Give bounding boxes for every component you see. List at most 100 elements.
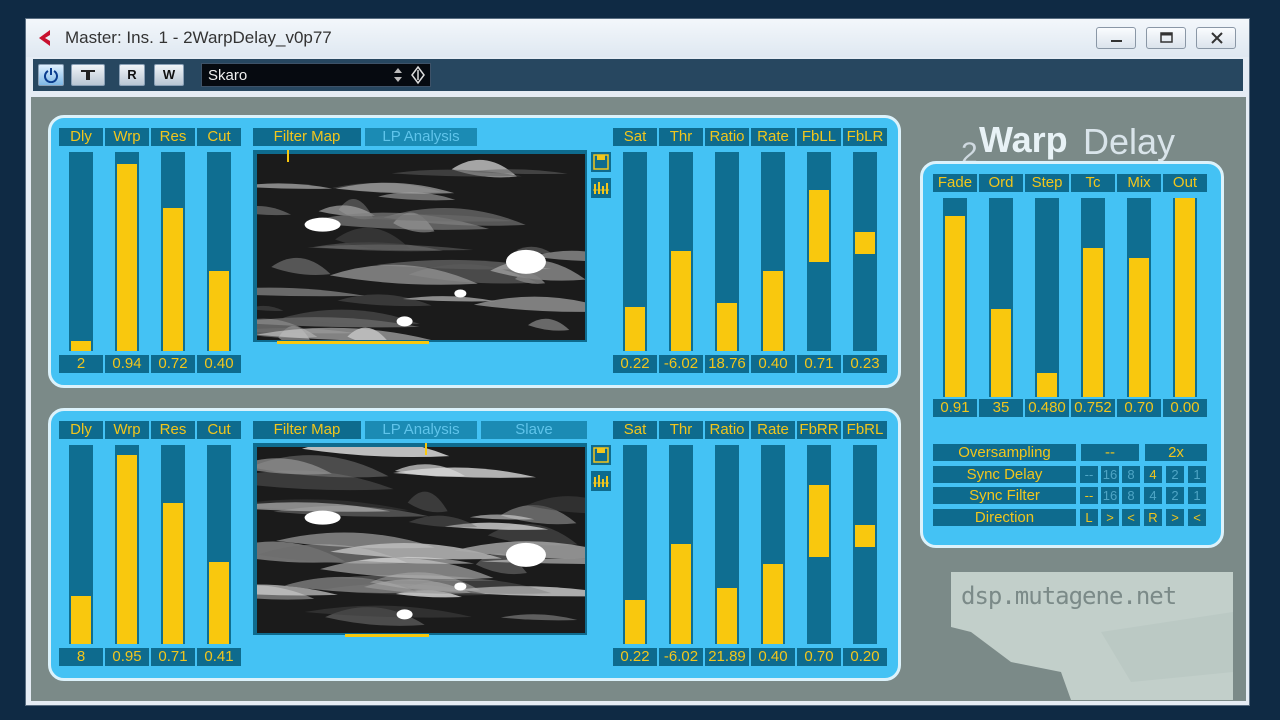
- master-value-ord[interactable]: 35: [979, 399, 1023, 417]
- master-oversampling-off[interactable]: --: [1081, 444, 1139, 461]
- title-bar[interactable]: Master: Ins. 1 - 2WarpDelay_v0p77: [26, 19, 1249, 57]
- lower-dly-slider-track[interactable]: [69, 445, 93, 644]
- master-sync-delay-option[interactable]: --: [1080, 466, 1098, 483]
- upper-fblr-slider-track[interactable]: [853, 152, 877, 351]
- preset-stepper-icon[interactable]: [392, 65, 404, 85]
- upper-value-wrp[interactable]: 0.94: [105, 355, 149, 373]
- close-button[interactable]: [1196, 27, 1236, 49]
- lower-value-thr[interactable]: -6.02: [659, 648, 703, 666]
- lower-map-range[interactable]: [345, 634, 429, 637]
- master-out-slider-track[interactable]: [1173, 198, 1197, 397]
- minimize-button[interactable]: [1096, 27, 1136, 49]
- lower-ratio-slider-track[interactable]: [715, 445, 739, 644]
- lower-value-ratio[interactable]: 21.89: [705, 648, 749, 666]
- upper-cut-slider-track[interactable]: [207, 152, 231, 351]
- lower-sat-slider-track[interactable]: [623, 445, 647, 644]
- upper-thr-slider-track[interactable]: [669, 152, 693, 351]
- master-direction-option[interactable]: <: [1188, 509, 1206, 526]
- lower-tab-slave[interactable]: Slave: [481, 421, 587, 439]
- master-sync-filter-option[interactable]: --: [1080, 487, 1098, 504]
- footer-graphic: dsp.mutagene.net: [951, 572, 1233, 700]
- upper-tab-filter-map[interactable]: Filter Map: [253, 128, 361, 146]
- upper-value-res[interactable]: 0.72: [151, 355, 195, 373]
- master-sync-delay-option[interactable]: 1: [1188, 466, 1206, 483]
- master-direction-option[interactable]: L: [1080, 509, 1098, 526]
- master-sync-filter-option[interactable]: 8: [1122, 487, 1140, 504]
- lower-wrp-slider-track[interactable]: [115, 445, 139, 644]
- lower-value-dly[interactable]: 8: [59, 648, 103, 666]
- upper-tab-lp-analysis[interactable]: LP Analysis: [365, 128, 477, 146]
- lower-tab-filter-map[interactable]: Filter Map: [253, 421, 361, 439]
- lower-eq-button[interactable]: [591, 471, 611, 491]
- master-sync-delay-option[interactable]: 16: [1101, 466, 1119, 483]
- lower-save-button[interactable]: [591, 445, 611, 465]
- upper-res-slider-track[interactable]: [161, 152, 185, 351]
- upper-map-range[interactable]: [277, 341, 429, 344]
- lower-value-wrp[interactable]: 0.95: [105, 648, 149, 666]
- upper-value-rate[interactable]: 0.40: [751, 355, 795, 373]
- master-sync-delay-option[interactable]: 2: [1166, 466, 1184, 483]
- master-value-out[interactable]: 0.00: [1163, 399, 1207, 417]
- lower-value-res[interactable]: 0.71: [151, 648, 195, 666]
- master-tc-slider-track[interactable]: [1081, 198, 1105, 397]
- upper-ratio-slider-track[interactable]: [715, 152, 739, 351]
- upper-value-cut[interactable]: 0.40: [197, 355, 241, 373]
- upper-value-thr[interactable]: -6.02: [659, 355, 703, 373]
- power-button[interactable]: [38, 64, 64, 86]
- lower-value-rate[interactable]: 0.40: [751, 648, 795, 666]
- upper-wrp-slider-track[interactable]: [115, 152, 139, 351]
- upper-fbll-slider-track[interactable]: [807, 152, 831, 351]
- master-sync-filter-label: Sync Filter: [933, 487, 1076, 504]
- master-sync-delay-option[interactable]: 8: [1122, 466, 1140, 483]
- lower-fbrl-slider-track[interactable]: [853, 445, 877, 644]
- master-ord-slider-track[interactable]: [989, 198, 1013, 397]
- lower-thr-slider-track[interactable]: [669, 445, 693, 644]
- master-value-step[interactable]: 0.480: [1025, 399, 1069, 417]
- master-step-slider-track[interactable]: [1035, 198, 1059, 397]
- master-direction-option[interactable]: R: [1144, 509, 1162, 526]
- write-automation-button[interactable]: W: [154, 64, 184, 86]
- master-value-tc[interactable]: 0.752: [1071, 399, 1115, 417]
- master-label-out: Out: [1163, 174, 1207, 192]
- lower-value-fbrl[interactable]: 0.20: [843, 648, 887, 666]
- upper-value-fbll[interactable]: 0.71: [797, 355, 841, 373]
- master-sync-filter-option[interactable]: 1: [1188, 487, 1206, 504]
- preset-menu-icon[interactable]: [410, 65, 426, 85]
- lower-cut-slider-track[interactable]: [207, 445, 231, 644]
- upper-value-ratio[interactable]: 18.76: [705, 355, 749, 373]
- lower-filter-map[interactable]: [257, 447, 585, 633]
- restore-button[interactable]: [1146, 27, 1186, 49]
- master-direction-option[interactable]: >: [1101, 509, 1119, 526]
- master-direction-option[interactable]: <: [1122, 509, 1140, 526]
- master-sync-filter-option[interactable]: 16: [1101, 487, 1119, 504]
- master-value-mix[interactable]: 0.70: [1117, 399, 1161, 417]
- lower-value-fbrr[interactable]: 0.70: [797, 648, 841, 666]
- preset-selector[interactable]: Skaro: [201, 63, 431, 87]
- lower-value-sat[interactable]: 0.22: [613, 648, 657, 666]
- upper-value-fblr[interactable]: 0.23: [843, 355, 887, 373]
- upper-value-dly[interactable]: 2: [59, 355, 103, 373]
- master-mix-slider-track[interactable]: [1127, 198, 1151, 397]
- upper-dly-slider-track[interactable]: [69, 152, 93, 351]
- upper-eq-button[interactable]: [591, 178, 611, 198]
- upper-value-sat[interactable]: 0.22: [613, 355, 657, 373]
- upper-save-button[interactable]: [591, 152, 611, 172]
- bypass-button[interactable]: [71, 64, 105, 86]
- master-sync-filter-option[interactable]: 4: [1144, 487, 1162, 504]
- master-fade-slider-track[interactable]: [943, 198, 967, 397]
- lower-fbrr-slider-track[interactable]: [807, 445, 831, 644]
- upper-filter-map[interactable]: [257, 154, 585, 340]
- upper-sat-slider-track[interactable]: [623, 152, 647, 351]
- lower-tab-lp-analysis[interactable]: LP Analysis: [365, 421, 477, 439]
- lower-label-res: Res: [151, 421, 195, 439]
- upper-rate-slider-track[interactable]: [761, 152, 785, 351]
- master-sync-delay-option[interactable]: 4: [1144, 466, 1162, 483]
- lower-res-slider-track[interactable]: [161, 445, 185, 644]
- read-automation-button[interactable]: R: [119, 64, 145, 86]
- master-sync-filter-option[interactable]: 2: [1166, 487, 1184, 504]
- master-oversampling-value[interactable]: 2x: [1145, 444, 1207, 461]
- master-direction-option[interactable]: >: [1166, 509, 1184, 526]
- lower-rate-slider-track[interactable]: [761, 445, 785, 644]
- lower-value-cut[interactable]: 0.41: [197, 648, 241, 666]
- master-value-fade[interactable]: 0.91: [933, 399, 977, 417]
